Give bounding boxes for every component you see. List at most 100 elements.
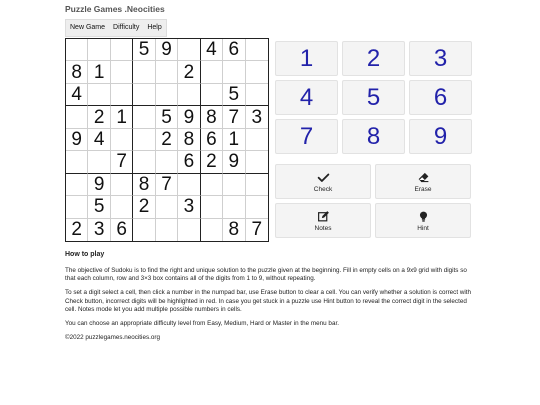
number-button-7[interactable]: 7 xyxy=(275,119,338,154)
number-button-6[interactable]: 6 xyxy=(409,80,472,115)
sudoku-cell[interactable] xyxy=(223,61,246,84)
sudoku-cell[interactable] xyxy=(201,218,224,241)
sudoku-cell[interactable]: 9 xyxy=(66,128,89,152)
sudoku-cell[interactable] xyxy=(155,151,179,174)
sudoku-cell[interactable]: 2 xyxy=(133,196,156,219)
sudoku-cell[interactable] xyxy=(245,196,268,219)
sudoku-cell[interactable]: 2 xyxy=(88,106,111,129)
site-title: Puzzle Games .Neocities xyxy=(65,4,165,14)
sudoku-cell[interactable] xyxy=(245,151,268,174)
sudoku-cell[interactable]: 6 xyxy=(111,218,134,241)
sudoku-cell[interactable] xyxy=(245,129,268,152)
sudoku-cell[interactable] xyxy=(133,61,156,84)
sudoku-cell[interactable]: 3 xyxy=(245,106,268,129)
sudoku-cell[interactable] xyxy=(245,84,268,107)
number-button-9[interactable]: 9 xyxy=(409,119,472,154)
sudoku-cell[interactable]: 8 xyxy=(200,106,224,129)
sudoku-cell[interactable] xyxy=(200,196,224,219)
sudoku-cell[interactable] xyxy=(133,83,156,107)
sudoku-cell[interactable] xyxy=(156,218,179,241)
sudoku-cell[interactable]: 2 xyxy=(155,128,179,152)
number-button-5[interactable]: 5 xyxy=(342,80,405,115)
sudoku-cell[interactable] xyxy=(133,106,156,129)
number-button-1[interactable]: 1 xyxy=(275,41,338,76)
notes-label: Notes xyxy=(314,224,332,232)
menu-difficulty[interactable]: Difficulty xyxy=(109,20,143,36)
sudoku-cell[interactable] xyxy=(245,174,268,197)
sudoku-cell[interactable] xyxy=(155,61,179,84)
sudoku-cell[interactable]: 4 xyxy=(66,83,89,107)
sudoku-cell[interactable]: 4 xyxy=(88,128,111,152)
sudoku-cell[interactable] xyxy=(178,39,201,62)
sudoku-cell[interactable]: 6 xyxy=(200,128,224,152)
sudoku-cell[interactable] xyxy=(178,173,201,197)
sudoku-cell[interactable] xyxy=(200,61,224,84)
sudoku-cell[interactable]: 5 xyxy=(223,83,246,107)
sudoku-cell[interactable]: 5 xyxy=(155,106,179,129)
sudoku-cell[interactable] xyxy=(66,196,89,219)
sudoku-cell[interactable] xyxy=(88,83,111,107)
sudoku-cell[interactable] xyxy=(178,83,201,107)
sudoku-cell[interactable]: 4 xyxy=(200,39,224,62)
sudoku-cell[interactable]: 8 xyxy=(223,218,246,241)
sudoku-cell[interactable] xyxy=(66,39,89,62)
sudoku-cell[interactable]: 3 xyxy=(88,218,111,241)
sudoku-cell[interactable] xyxy=(88,151,111,174)
sudoku-board: 5946812452159873942861762998752323687 xyxy=(65,38,269,242)
sudoku-cell[interactable]: 5 xyxy=(88,196,111,219)
sudoku-cell[interactable]: 6 xyxy=(223,39,246,62)
sudoku-cell[interactable] xyxy=(66,173,89,197)
sudoku-cell[interactable] xyxy=(155,83,179,107)
sudoku-cell[interactable]: 3 xyxy=(178,196,201,219)
sudoku-cell[interactable] xyxy=(110,173,134,197)
number-button-8[interactable]: 8 xyxy=(342,119,405,154)
sudoku-cell[interactable] xyxy=(200,83,224,107)
sudoku-cell[interactable]: 8 xyxy=(133,173,156,197)
number-button-2[interactable]: 2 xyxy=(342,41,405,76)
notes-button[interactable]: Notes xyxy=(275,203,371,238)
sudoku-cell[interactable] xyxy=(223,173,246,197)
sudoku-cell[interactable]: 1 xyxy=(223,128,246,152)
sudoku-cell[interactable] xyxy=(245,61,268,84)
sudoku-cell[interactable] xyxy=(133,151,156,174)
sudoku-cell[interactable]: 8 xyxy=(178,128,201,152)
sudoku-cell[interactable]: 5 xyxy=(133,39,156,62)
sudoku-cell[interactable]: 2 xyxy=(178,61,201,84)
hint-button[interactable]: Hint xyxy=(375,203,471,238)
sudoku-cell[interactable] xyxy=(178,218,201,241)
sudoku-cell[interactable]: 2 xyxy=(200,151,224,174)
sudoku-cell[interactable] xyxy=(88,39,111,62)
sudoku-cell[interactable] xyxy=(155,196,179,219)
sudoku-cell[interactable] xyxy=(200,173,224,197)
sudoku-cell[interactable] xyxy=(133,218,156,241)
check-button[interactable]: Check xyxy=(275,164,371,199)
sudoku-cell[interactable]: 9 xyxy=(155,39,179,62)
sudoku-cell[interactable] xyxy=(245,39,268,62)
sudoku-cell[interactable] xyxy=(133,128,156,152)
erase-button[interactable]: Erase xyxy=(375,164,471,199)
sudoku-cell[interactable] xyxy=(66,151,89,174)
sudoku-cell[interactable]: 7 xyxy=(223,106,246,129)
sudoku-cell[interactable] xyxy=(110,39,134,62)
number-button-3[interactable]: 3 xyxy=(409,41,472,76)
sudoku-cell[interactable]: 7 xyxy=(155,173,179,197)
sudoku-cell[interactable]: 8 xyxy=(66,61,89,84)
sudoku-cell[interactable]: 1 xyxy=(88,61,111,84)
sudoku-cell[interactable]: 6 xyxy=(178,151,201,174)
sudoku-cell[interactable]: 9 xyxy=(223,151,246,174)
sudoku-cell[interactable]: 9 xyxy=(178,106,201,129)
sudoku-cell[interactable]: 7 xyxy=(110,151,134,174)
sudoku-cell[interactable] xyxy=(110,128,134,152)
menu-help[interactable]: Help xyxy=(143,20,165,36)
sudoku-cell[interactable]: 7 xyxy=(246,219,268,241)
number-button-4[interactable]: 4 xyxy=(275,80,338,115)
sudoku-cell[interactable] xyxy=(110,61,134,84)
sudoku-cell[interactable]: 1 xyxy=(110,106,134,129)
sudoku-cell[interactable] xyxy=(223,196,246,219)
sudoku-cell[interactable]: 9 xyxy=(88,173,111,197)
sudoku-cell[interactable] xyxy=(110,83,134,107)
menu-new-game[interactable]: New Game xyxy=(66,20,109,36)
sudoku-cell[interactable] xyxy=(66,106,89,129)
sudoku-cell[interactable] xyxy=(110,196,134,219)
sudoku-cell[interactable]: 2 xyxy=(66,218,89,241)
